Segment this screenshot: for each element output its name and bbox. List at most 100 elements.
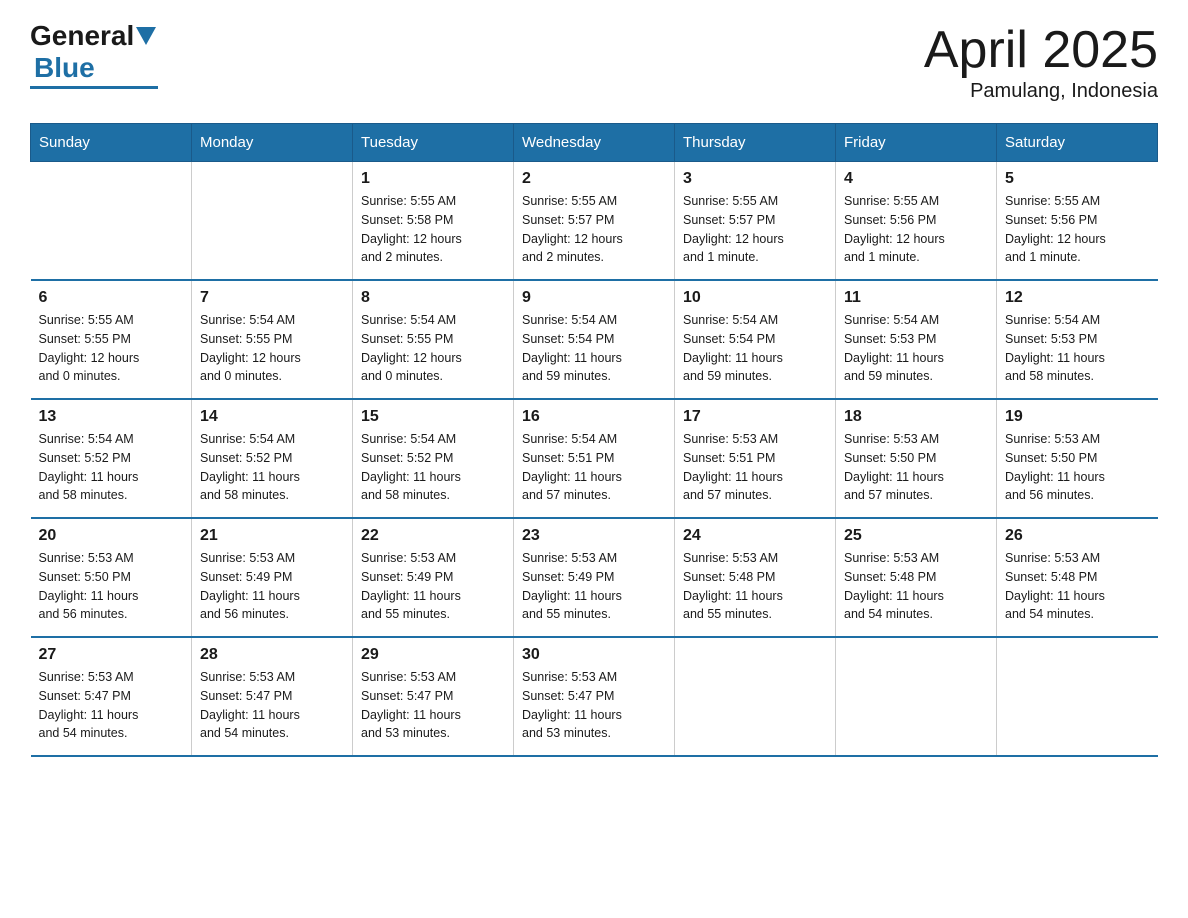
day-info: Sunrise: 5:53 AMSunset: 5:48 PMDaylight:…: [683, 549, 827, 624]
day-info: Sunrise: 5:53 AMSunset: 5:48 PMDaylight:…: [844, 549, 988, 624]
day-number: 21: [200, 527, 344, 545]
day-number: 29: [361, 646, 505, 664]
day-info: Sunrise: 5:54 AMSunset: 5:54 PMDaylight:…: [522, 311, 666, 386]
logo-underline: [30, 86, 158, 89]
day-info: Sunrise: 5:53 AMSunset: 5:49 PMDaylight:…: [361, 549, 505, 624]
day-number: 12: [1005, 289, 1150, 307]
logo: General Blue: [30, 20, 158, 89]
day-info: Sunrise: 5:55 AMSunset: 5:58 PMDaylight:…: [361, 192, 505, 267]
day-info: Sunrise: 5:55 AMSunset: 5:56 PMDaylight:…: [844, 192, 988, 267]
day-info: Sunrise: 5:54 AMSunset: 5:55 PMDaylight:…: [361, 311, 505, 386]
calendar-cell: 3 Sunrise: 5:55 AMSunset: 5:57 PMDaylight…: [675, 162, 836, 281]
calendar-cell: 27Sunrise: 5:53 AMSunset: 5:47 PMDayligh…: [31, 637, 192, 756]
day-info: Sunrise: 5:53 AMSunset: 5:49 PMDaylight:…: [522, 549, 666, 624]
calendar-cell: [675, 637, 836, 756]
day-info: Sunrise: 5:54 AMSunset: 5:53 PMDaylight:…: [844, 311, 988, 386]
day-info: Sunrise: 5:54 AMSunset: 5:53 PMDaylight:…: [1005, 311, 1150, 386]
day-number: 9: [522, 289, 666, 307]
day-number: 24: [683, 527, 827, 545]
day-info: Sunrise: 5:53 AMSunset: 5:50 PMDaylight:…: [844, 430, 988, 505]
title-section: April 2025 Pamulang, Indonesia: [924, 20, 1158, 103]
calendar-week-row: 6Sunrise: 5:55 AMSunset: 5:55 PMDaylight…: [31, 280, 1158, 399]
day-number: 1: [361, 170, 505, 188]
day-number: 3: [683, 170, 827, 188]
calendar-cell: 17 Sunrise: 5:53 AMSunset: 5:51 PMDayligh…: [675, 399, 836, 518]
day-number: 8: [361, 289, 505, 307]
day-info: Sunrise: 5:53 AMSunset: 5:51 PMDaylight:…: [683, 430, 827, 505]
day-info: Sunrise: 5:53 AMSunset: 5:50 PMDaylight:…: [39, 549, 184, 624]
day-number: 4: [844, 170, 988, 188]
calendar-cell: 16 Sunrise: 5:54 AMSunset: 5:51 PMDayligh…: [514, 399, 675, 518]
day-number: 14: [200, 408, 344, 426]
logo-general-text: General: [30, 20, 134, 52]
day-number: 22: [361, 527, 505, 545]
day-number: 15: [361, 408, 505, 426]
day-info: Sunrise: 5:53 AMSunset: 5:47 PMDaylight:…: [522, 668, 666, 743]
day-number: 30: [522, 646, 666, 664]
day-info: Sunrise: 5:55 AMSunset: 5:57 PMDaylight:…: [683, 192, 827, 267]
day-info: Sunrise: 5:54 AMSunset: 5:54 PMDaylight:…: [683, 311, 827, 386]
calendar-week-row: 13Sunrise: 5:54 AMSunset: 5:52 PMDayligh…: [31, 399, 1158, 518]
calendar-cell: 6Sunrise: 5:55 AMSunset: 5:55 PMDaylight…: [31, 280, 192, 399]
calendar-cell: 4 Sunrise: 5:55 AMSunset: 5:56 PMDaylight…: [836, 162, 997, 281]
day-info: Sunrise: 5:53 AMSunset: 5:49 PMDaylight:…: [200, 549, 344, 624]
day-info: Sunrise: 5:53 AMSunset: 5:50 PMDaylight:…: [1005, 430, 1150, 505]
calendar-cell: 26Sunrise: 5:53 AMSunset: 5:48 PMDayligh…: [997, 518, 1158, 637]
calendar-cell: 2 Sunrise: 5:55 AMSunset: 5:57 PMDaylight…: [514, 162, 675, 281]
header-wednesday: Wednesday: [514, 124, 675, 162]
calendar-cell: 30 Sunrise: 5:53 AMSunset: 5:47 PMDayligh…: [514, 637, 675, 756]
header-sunday: Sunday: [31, 124, 192, 162]
day-info: Sunrise: 5:55 AMSunset: 5:55 PMDaylight:…: [39, 311, 184, 386]
calendar-cell: 19 Sunrise: 5:53 AMSunset: 5:50 PMDayligh…: [997, 399, 1158, 518]
calendar-cell: 23 Sunrise: 5:53 AMSunset: 5:49 PMDayligh…: [514, 518, 675, 637]
calendar-cell: 24 Sunrise: 5:53 AMSunset: 5:48 PMDayligh…: [675, 518, 836, 637]
calendar-cell: [192, 162, 353, 281]
calendar-cell: 22 Sunrise: 5:53 AMSunset: 5:49 PMDayligh…: [353, 518, 514, 637]
calendar-cell: 9 Sunrise: 5:54 AMSunset: 5:54 PMDaylight…: [514, 280, 675, 399]
day-number: 20: [39, 527, 184, 545]
calendar-cell: 14Sunrise: 5:54 AMSunset: 5:52 PMDayligh…: [192, 399, 353, 518]
day-number: 28: [200, 646, 344, 664]
calendar-cell: 5Sunrise: 5:55 AMSunset: 5:56 PMDaylight…: [997, 162, 1158, 281]
day-info: Sunrise: 5:53 AMSunset: 5:47 PMDaylight:…: [361, 668, 505, 743]
day-number: 19: [1005, 408, 1150, 426]
calendar-table: Sunday Monday Tuesday Wednesday Thursday…: [30, 123, 1158, 757]
header-saturday: Saturday: [997, 124, 1158, 162]
calendar-cell: 13Sunrise: 5:54 AMSunset: 5:52 PMDayligh…: [31, 399, 192, 518]
day-info: Sunrise: 5:53 AMSunset: 5:48 PMDaylight:…: [1005, 549, 1150, 624]
day-info: Sunrise: 5:54 AMSunset: 5:51 PMDaylight:…: [522, 430, 666, 505]
calendar-cell: [997, 637, 1158, 756]
day-number: 25: [844, 527, 988, 545]
calendar-week-row: 20 Sunrise: 5:53 AMSunset: 5:50 PMDayligh…: [31, 518, 1158, 637]
calendar-week-row: 27 Sunrise: 5:53 AMSunset: 5:47 PMDayligh…: [31, 637, 1158, 756]
day-info: Sunrise: 5:55 AMSunset: 5:57 PMDaylight:…: [522, 192, 666, 267]
weekday-header-row: Sunday Monday Tuesday Wednesday Thursday…: [31, 124, 1158, 162]
calendar-cell: 7Sunrise: 5:54 AMSunset: 5:55 PMDaylight…: [192, 280, 353, 399]
header-monday: Monday: [192, 124, 353, 162]
day-number: 16: [522, 408, 666, 426]
calendar-cell: 8 Sunrise: 5:54 AMSunset: 5:55 PMDaylight…: [353, 280, 514, 399]
calendar-cell: 1 Sunrise: 5:55 AMSunset: 5:58 PMDaylight…: [353, 162, 514, 281]
calendar-cell: 29 Sunrise: 5:53 AMSunset: 5:47 PMDayligh…: [353, 637, 514, 756]
calendar-title: April 2025: [924, 20, 1158, 80]
logo-blue-text: Blue: [34, 52, 95, 83]
day-number: 27: [39, 646, 184, 664]
calendar-cell: 25 Sunrise: 5:53 AMSunset: 5:48 PMDayligh…: [836, 518, 997, 637]
day-number: 18: [844, 408, 988, 426]
day-info: Sunrise: 5:54 AMSunset: 5:55 PMDaylight:…: [200, 311, 344, 386]
calendar-cell: 18 Sunrise: 5:53 AMSunset: 5:50 PMDayligh…: [836, 399, 997, 518]
calendar-cell: 21 Sunrise: 5:53 AMSunset: 5:49 PMDayligh…: [192, 518, 353, 637]
calendar-week-row: 1 Sunrise: 5:55 AMSunset: 5:58 PMDaylight…: [31, 162, 1158, 281]
calendar-cell: 10 Sunrise: 5:54 AMSunset: 5:54 PMDayligh…: [675, 280, 836, 399]
calendar-cell: [836, 637, 997, 756]
day-number: 17: [683, 408, 827, 426]
page-header: General Blue April 2025 Pamulang, Indone…: [30, 20, 1158, 103]
calendar-cell: 12 Sunrise: 5:54 AMSunset: 5:53 PMDayligh…: [997, 280, 1158, 399]
calendar-location: Pamulang, Indonesia: [924, 80, 1158, 103]
day-info: Sunrise: 5:53 AMSunset: 5:47 PMDaylight:…: [200, 668, 344, 743]
day-number: 10: [683, 289, 827, 307]
day-number: 23: [522, 527, 666, 545]
calendar-cell: 15Sunrise: 5:54 AMSunset: 5:52 PMDayligh…: [353, 399, 514, 518]
day-number: 2: [522, 170, 666, 188]
logo-triangle-icon: [136, 27, 156, 45]
